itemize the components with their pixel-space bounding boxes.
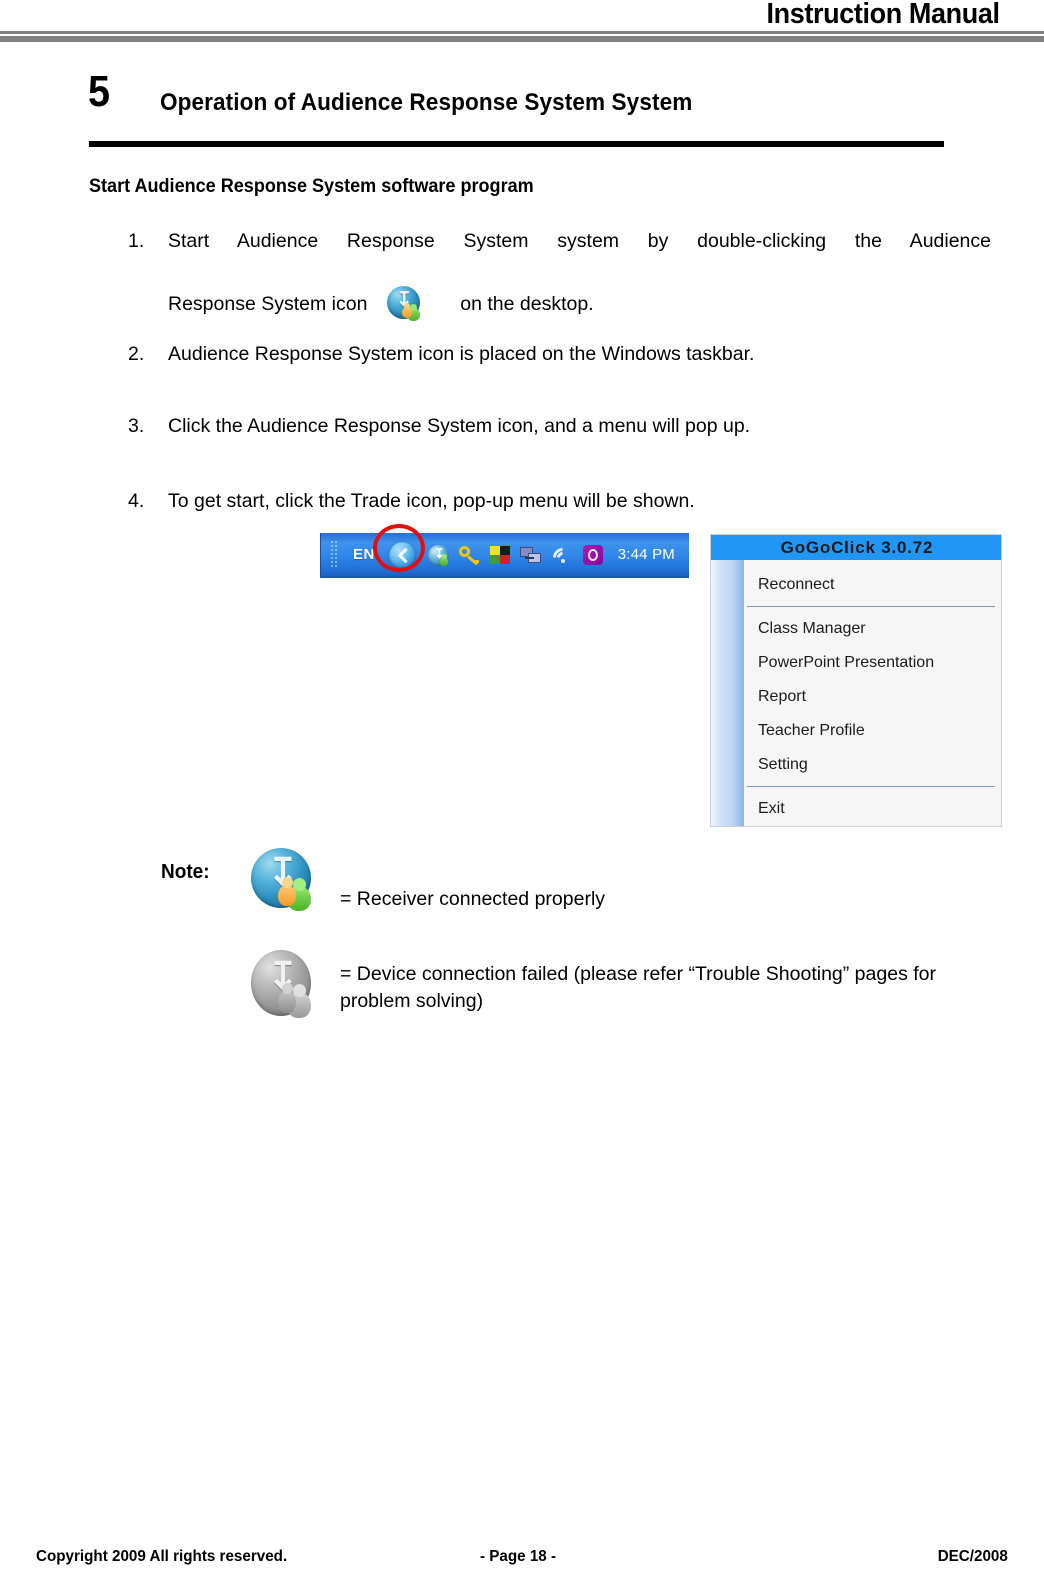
taskbar-grip-handle bbox=[331, 541, 339, 571]
person-head-front bbox=[293, 984, 306, 997]
step-text: Start Audience Response System system by… bbox=[168, 230, 991, 252]
page-header: Instruction Manual bbox=[0, 0, 1044, 46]
highlight-annotation-circle bbox=[373, 524, 425, 572]
color-squares-tray-icon[interactable] bbox=[489, 544, 512, 567]
list-item: 2. Audience Response System icon is plac… bbox=[128, 341, 998, 367]
chapter-number: 5 bbox=[88, 67, 111, 116]
step-number: 4. bbox=[128, 490, 145, 512]
gogoclick-menu-title: GoGoClick 3.0.72 bbox=[711, 535, 1001, 560]
wireless-tray-icon[interactable] bbox=[549, 544, 576, 571]
step-number: 1. bbox=[128, 230, 145, 252]
page-header-title: Instruction Manual bbox=[766, 0, 1000, 30]
taskbar-clock[interactable]: 3:44 PM bbox=[618, 546, 675, 563]
step-number: 2. bbox=[128, 343, 145, 365]
gogoclick-menu-body: Reconnect Class Manager PowerPoint Prese… bbox=[744, 560, 1001, 826]
receiver-failed-icon: ↧ bbox=[245, 948, 327, 1028]
note-entry-text: = Device connection failed (please refer… bbox=[340, 963, 936, 1012]
menu-item-reconnect[interactable]: Reconnect bbox=[758, 576, 835, 594]
receiver-connected-icon: ↧ bbox=[245, 846, 327, 918]
receiver-tray-icon[interactable]: ↧ bbox=[427, 544, 450, 567]
person-silhouette-back bbox=[278, 991, 296, 1013]
step-text-after-icon: on the desktop. bbox=[460, 293, 594, 316]
menu-item-teacher-profile[interactable]: Teacher Profile bbox=[758, 722, 865, 740]
note-label: Note: bbox=[161, 861, 210, 883]
footer-page-number: - Page 18 - bbox=[480, 1548, 557, 1565]
step-text-continued: Response System icon ↧ on the desktop. bbox=[168, 285, 594, 325]
menu-separator bbox=[747, 786, 995, 787]
person-silhouette-orange bbox=[278, 885, 296, 906]
gogoclick-menu-gutter bbox=[711, 560, 744, 826]
network-tray-icon[interactable] bbox=[520, 544, 543, 567]
person-head-back bbox=[282, 983, 293, 994]
header-rule-lower bbox=[0, 36, 1044, 42]
note-entry-text: = Receiver connected properly bbox=[340, 888, 606, 910]
step-text: Click the Audience Response System icon,… bbox=[168, 415, 751, 437]
media-tray-icon[interactable] bbox=[582, 544, 605, 567]
gogoclick-popup-menu: GoGoClick 3.0.72 Reconnect Class Manager… bbox=[710, 534, 1002, 827]
receiver-inline-icon: ↧ bbox=[383, 285, 429, 325]
menu-separator bbox=[747, 606, 995, 607]
person-head-orange bbox=[403, 303, 410, 309]
person-head-orange bbox=[282, 877, 293, 888]
footer-date: DEC/2008 bbox=[937, 1548, 1008, 1565]
menu-item-class-manager[interactable]: Class Manager bbox=[758, 620, 866, 638]
step-number: 3. bbox=[128, 415, 145, 437]
list-item: 4. To get start, click the Trade icon, p… bbox=[128, 488, 998, 514]
chapter-title: Operation of Audience Response System Sy… bbox=[160, 89, 693, 116]
footer-copyright: Copyright 2009 All rights reserved. bbox=[36, 1548, 288, 1565]
step-text: Audience Response System icon is placed … bbox=[168, 343, 755, 365]
section-heading: Start Audience Response System software … bbox=[89, 176, 534, 197]
menu-item-powerpoint-presentation[interactable]: PowerPoint Presentation bbox=[758, 654, 934, 672]
menu-item-exit[interactable]: Exit bbox=[758, 800, 785, 818]
key-tray-icon[interactable] bbox=[458, 544, 481, 567]
menu-item-setting[interactable]: Setting bbox=[758, 756, 808, 774]
menu-item-report[interactable]: Report bbox=[758, 688, 806, 706]
list-item: 1. Start Audience Response System system… bbox=[128, 228, 998, 254]
person-head-green bbox=[293, 878, 306, 891]
language-indicator[interactable]: EN bbox=[353, 546, 375, 563]
list-item: 3. Click the Audience Response System ic… bbox=[128, 413, 998, 439]
step-text: To get start, click the Trade icon, pop-… bbox=[168, 490, 695, 512]
step-text-before-icon: Response System icon bbox=[168, 293, 368, 316]
chapter-rule bbox=[89, 141, 944, 147]
